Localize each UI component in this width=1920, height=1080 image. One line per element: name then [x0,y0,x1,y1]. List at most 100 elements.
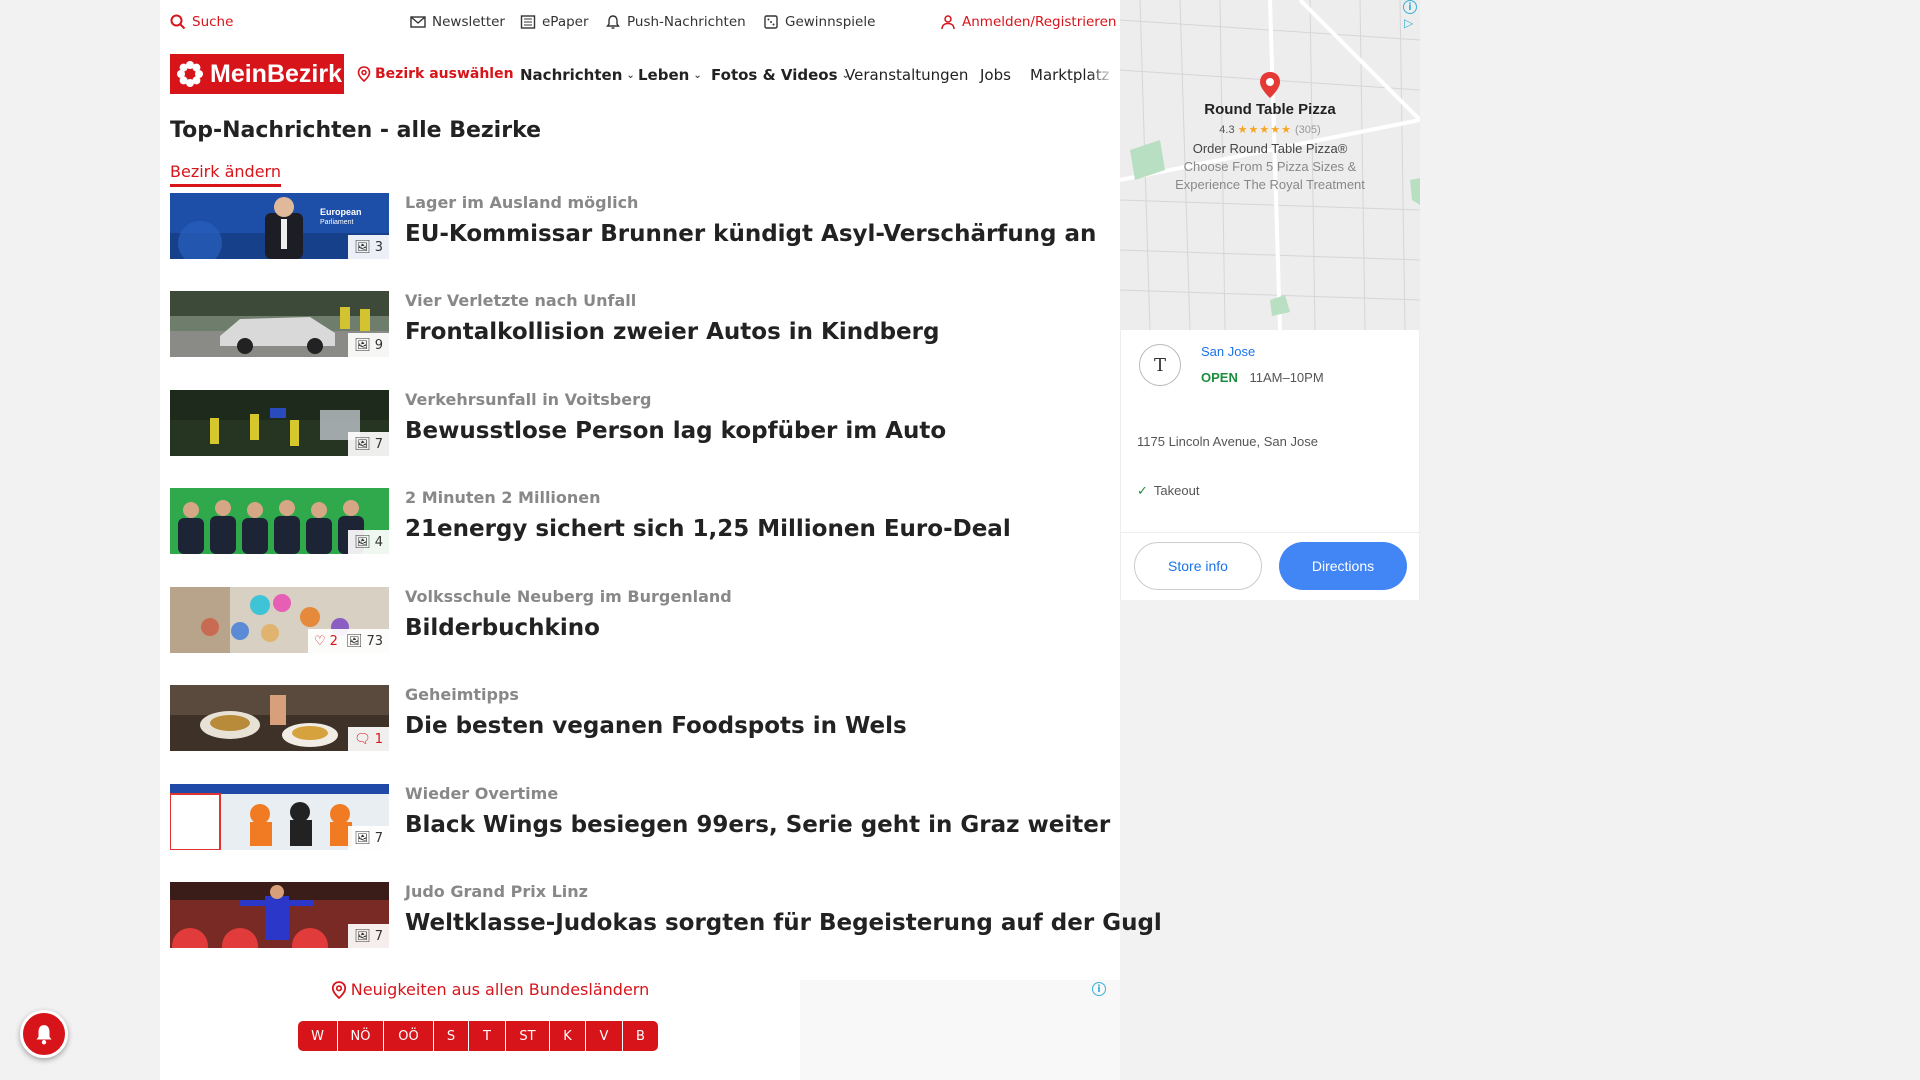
article-thumbnail[interactable]: 🖼 4 [170,488,389,554]
bezirk-select[interactable]: Bezirk auswählen [357,66,514,82]
article-headline[interactable]: EU-Kommissar Brunner kündigt Asyl-Versch… [405,221,1096,247]
nav-fotos-videos[interactable]: Fotos & Videos ⌄ [711,66,850,84]
article-item[interactable]: ♡ 2 🖼 73 Volksschule Neuberg im Burgenland… [170,587,1100,653]
bottom-ad-slot: i [800,980,1120,1080]
photo-count-value: 73 [366,633,383,649]
comment-icon: 🗨 [354,731,371,747]
photo-count-value: 7 [374,436,383,452]
state-button-b[interactable]: B [623,1021,658,1051]
nav-jobs[interactable]: Jobs [980,66,1011,84]
push-notification-button[interactable] [20,1010,68,1058]
photo-count: 🖼 73 [346,634,383,649]
chevron-down-icon: ⌄ [693,69,702,81]
store-info-button[interactable]: Store info [1134,542,1262,590]
store-hours: 11AM–10PM [1249,370,1324,385]
chevron-down-icon: ⌄ [626,69,635,81]
article-kicker: Volksschule Neuberg im Burgenland [405,587,732,606]
gewinnspiele-link[interactable]: Gewinnspiele [763,14,875,30]
like-count: ♡ 2 [314,634,338,649]
nav-leben[interactable]: Leben ⌄ [638,66,702,84]
directions-button[interactable]: Directions [1279,542,1407,590]
ad-map[interactable]: i ▷ Round Table Pizza 4.3 ★★★★★ (305) Or… [1120,0,1420,330]
article-headline[interactable]: Bilderbuchkino [405,615,600,641]
article-thumbnail[interactable]: 🖼 7 [170,390,389,456]
store-address: 1175 Lincoln Avenue, San Jose [1137,434,1318,449]
bell-icon [36,1025,52,1045]
article-thumbnail[interactable]: European Parliament 🖼 3 [170,193,389,259]
state-button-st[interactable]: ST [506,1021,550,1051]
state-button-t[interactable]: T [469,1021,506,1051]
photo-count-value: 3 [374,239,383,255]
store-divider [1121,532,1421,533]
article-item[interactable]: 🗨 1 Geheimtipps Die besten veganen Foodsp… [170,685,1100,751]
user-icon [941,15,955,30]
article-headline[interactable]: Frontalkollision zweier Autos in Kindber… [405,319,939,345]
nav-label: Fotos & Videos [711,66,838,84]
gewinnspiele-label: Gewinnspiele [785,14,876,30]
article-thumbnail[interactable]: 🖼 7 [170,784,389,850]
thumbnail-badge: 🗨 1 [348,727,389,751]
newsletter-link[interactable]: Newsletter [410,14,505,30]
nav-veranstaltungen[interactable]: Veranstaltungen [845,66,968,84]
change-bezirk-link[interactable]: Bezirk ändern [170,162,281,187]
article-thumbnail[interactable]: ♡ 2 🖼 73 [170,587,389,653]
state-button-v[interactable]: V [586,1021,623,1051]
state-button-ooe[interactable]: OÖ [384,1021,434,1051]
article-headline[interactable]: Die besten veganen Foodspots in Wels [405,713,907,739]
nav-label: Marktplatz [1030,66,1110,84]
store-takeout: ✓ Takeout [1137,483,1199,499]
store-city[interactable]: San Jose [1201,344,1255,359]
article-kicker: 2 Minuten 2 Millionen [405,488,601,507]
nav-nachrichten[interactable]: Nachrichten ⌄ [520,66,635,84]
photo-count-value: 9 [374,337,383,353]
article-item[interactable]: 🖼 4 2 Minuten 2 Millionen 21energy sicher… [170,488,1100,554]
main-navigation: MeinBezirk Bezirk auswählen Nachrichten ⌄… [160,52,1120,98]
bundeslaender-link[interactable]: Neuigkeiten aus allen Bundesländern [160,980,820,999]
nav-label: Nachrichten [520,66,623,84]
ad-choices-icon[interactable]: ▷ [1404,16,1413,30]
gallery-icon: 🖼 [345,633,363,649]
state-button-w[interactable]: W [298,1021,338,1051]
article-thumbnail[interactable]: 🖼 9 [170,291,389,357]
article-headline[interactable]: 21energy sichert sich 1,25 Millionen Eur… [405,516,1011,542]
ad-line1: Order Round Table Pizza® [1192,141,1348,156]
photo-count-value: 4 [374,534,383,550]
search-link[interactable]: Suche [170,14,233,30]
photo-count: 🖼 7 [354,929,383,944]
state-button-s[interactable]: S [434,1021,469,1051]
nav-marktplatz[interactable]: Marktplatz [1030,66,1115,84]
ad-line2: Choose From 5 Pizza Sizes & [1183,159,1357,174]
article-headline[interactable]: Black Wings besiegen 99ers, Serie geht i… [405,812,1110,838]
page-container: Suche Newsletter ePaper Push-Nachrichten… [160,0,1162,1080]
epaper-link[interactable]: ePaper [520,14,589,30]
thumbnail-badge: 🖼 7 [348,826,389,850]
nav-label: Jobs [980,66,1011,84]
like-count-value: 2 [329,633,338,649]
svg-text:European: European [320,207,362,217]
article-thumbnail[interactable]: 🖼 7 [170,882,389,948]
page-title: Top-Nachrichten - alle Bezirke [170,118,542,143]
login-link[interactable]: Anmelden/Registrieren [940,14,1116,30]
ad-info-icon[interactable]: i [1092,982,1106,996]
article-item[interactable]: 🖼 7 Judo Grand Prix Linz Weltklasse-Judok… [170,882,1162,948]
photo-count: 🖼 4 [354,535,383,550]
state-button-noe[interactable]: NÖ [338,1021,384,1051]
ad-info-icon[interactable]: i [1403,0,1417,14]
article-thumbnail[interactable]: 🗨 1 [170,685,389,751]
site-logo[interactable]: MeinBezirk [170,54,344,94]
ad-store-card: T San Jose OPEN 11AM–10PM 1175 Lincoln A… [1120,330,1421,600]
article-item[interactable]: 🖼 9 Vier Verletzte nach Unfall Frontalkol… [170,291,1100,357]
login-label: Anmelden/Registrieren [962,14,1117,30]
photo-count: 🖼 7 [354,831,383,846]
gallery-icon: 🖼 [354,928,371,944]
article-item[interactable]: 🖼 7 Wieder Overtime Black Wings besiegen … [170,784,1110,850]
newsletter-label: Newsletter [432,14,505,30]
article-headline[interactable]: Weltklasse-Judokas sorgten für Begeister… [405,910,1162,936]
push-label: Push-Nachrichten [627,14,746,30]
article-item[interactable]: 🖼 7 Verkehrsunfall in Voitsberg Bewusstlo… [170,390,1100,456]
article-kicker: Judo Grand Prix Linz [405,882,588,901]
state-button-k[interactable]: K [550,1021,586,1051]
push-link[interactable]: Push-Nachrichten [605,14,746,30]
article-item[interactable]: European Parliament 🖼 3 Lager im Ausland … [170,193,1100,259]
article-headline[interactable]: Bewusstlose Person lag kopfüber im Auto [405,418,946,444]
